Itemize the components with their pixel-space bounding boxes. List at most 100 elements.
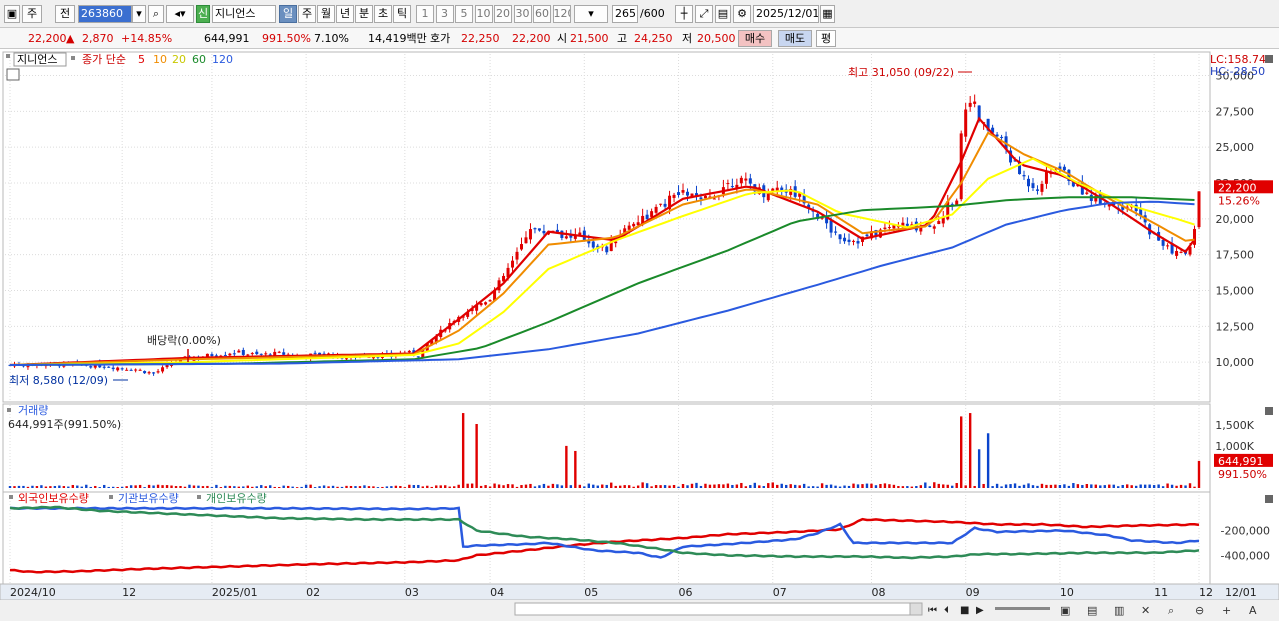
chart-tool-5[interactable]: ⊖ — [1195, 604, 1204, 617]
volume-bar — [780, 483, 783, 488]
volume-bar — [488, 486, 492, 488]
volume-bar — [1188, 483, 1192, 488]
gear-icon[interactable]: ⚙ — [733, 5, 751, 23]
period-tab-6[interactable]: 틱 — [393, 5, 411, 23]
interval-tab-20[interactable]: 20 — [494, 5, 512, 23]
interval-tab-60[interactable]: 60 — [533, 5, 551, 23]
chevron-down-icon[interactable]: ▾ — [132, 5, 146, 23]
candle-body — [228, 353, 232, 356]
volume-bar — [807, 486, 810, 488]
turnover-pct: 7.10% — [314, 32, 349, 45]
candle-body — [1035, 189, 1039, 191]
candle-body — [1161, 239, 1165, 246]
candle-body — [205, 353, 209, 357]
volume-bar — [367, 486, 371, 488]
chart-tool-6[interactable]: + — [1222, 604, 1231, 617]
volume-bar — [605, 484, 608, 488]
volume-bar — [856, 484, 860, 488]
window-layout-icon[interactable]: ▣ — [4, 5, 20, 23]
prev-button[interactable]: 전 — [55, 5, 75, 23]
candle-body — [959, 133, 963, 200]
search-icon[interactable]: ⌕ — [148, 5, 164, 23]
candle-body — [107, 366, 111, 368]
eval-button[interactable]: 평 — [816, 30, 836, 47]
volume-bar — [847, 485, 851, 488]
volume-bar — [372, 486, 375, 488]
volume-bar — [973, 485, 976, 488]
volume-bar — [1049, 484, 1053, 488]
volume-bar — [408, 484, 411, 488]
playback-control-3[interactable]: ▶ — [976, 605, 984, 616]
volume-bar — [71, 484, 75, 488]
grid-toggle-icon — [6, 68, 20, 81]
count-input[interactable]: 265 — [612, 5, 638, 23]
interval-tab-5[interactable]: 5 — [455, 5, 473, 23]
volume-bar — [143, 487, 146, 488]
candle-type-icon[interactable]: ┼ — [675, 5, 693, 23]
volume-ratio: 991.50% — [262, 32, 311, 45]
playback-control-1[interactable]: ⏴ — [944, 605, 949, 616]
volume-bar — [1009, 484, 1012, 488]
playback-control-0[interactable]: ⏮ — [928, 605, 937, 616]
candle-body — [519, 244, 523, 250]
zoom-slider[interactable] — [995, 607, 1050, 610]
volume-bar — [690, 483, 694, 488]
period-tab-2[interactable]: 월 — [317, 5, 335, 23]
buy-button[interactable]: 매수 — [738, 30, 772, 47]
volume-bar — [1040, 483, 1044, 488]
stock-name-field[interactable]: 지니언스 — [212, 5, 276, 23]
interval-tab-30[interactable]: 30 — [513, 5, 532, 23]
period-tab-5[interactable]: 초 — [374, 5, 392, 23]
chart-tool-1[interactable]: ▤ — [1087, 604, 1097, 617]
scroll-right-button[interactable] — [909, 602, 923, 616]
chart-tool-2[interactable]: ▥ — [1114, 604, 1124, 617]
volume-bar — [870, 483, 873, 488]
chart-tool-3[interactable]: ✕ — [1141, 604, 1150, 617]
interval-tab-1[interactable]: 1 — [416, 5, 434, 23]
volume-bar — [1139, 484, 1142, 488]
sell-button[interactable]: 매도 — [778, 30, 812, 47]
interval-tab-120[interactable]: 120 — [552, 5, 571, 23]
candle-body — [152, 372, 156, 374]
volume-bar — [138, 484, 142, 488]
volume-bar — [340, 486, 344, 488]
volume-bar — [426, 485, 429, 488]
playback-control-2[interactable]: ■ — [960, 605, 969, 616]
change-value: 2,870 — [82, 32, 114, 45]
volume-bar — [183, 486, 187, 488]
interval-tab-10[interactable]: 10 — [474, 5, 493, 23]
volume-bar — [1094, 484, 1098, 488]
draw-tool-icon[interactable]: ⤢ — [695, 5, 713, 23]
interval-dropdown[interactable]: ▾ — [574, 5, 608, 23]
x-tick-label: 02 — [306, 586, 320, 599]
volume-bar — [134, 485, 137, 488]
view-selector[interactable]: 주 — [22, 5, 42, 23]
volume-bar — [103, 484, 106, 488]
stock-code-input[interactable]: 263860 — [78, 5, 132, 23]
date-input[interactable]: 2025/12/01 — [753, 5, 819, 23]
price-tick-label: 12,500 — [1216, 320, 1255, 333]
candle-body — [345, 358, 349, 360]
period-tab-0[interactable]: 일 — [279, 5, 297, 23]
calendar-icon[interactable]: ▦ — [820, 5, 835, 23]
bid-label: 호가 — [430, 32, 451, 45]
save-icon[interactable]: ▤ — [715, 5, 731, 23]
open-label: 시 — [557, 32, 568, 45]
chart-tool-0[interactable]: ▣ — [1060, 604, 1070, 617]
volume-bar — [210, 487, 214, 488]
volume-bar — [1130, 485, 1133, 488]
scrollbar-track[interactable] — [514, 602, 911, 616]
x-tick-label: 06 — [679, 586, 693, 599]
volume-bar — [264, 486, 267, 488]
volume-bar — [820, 483, 824, 488]
period-tab-3[interactable]: 년 — [336, 5, 354, 23]
volume-bar — [991, 486, 994, 488]
speaker-icon[interactable]: ◂▾ — [166, 5, 194, 23]
holding-legend-square — [109, 495, 113, 499]
volume-bar — [327, 486, 330, 488]
interval-tab-3[interactable]: 3 — [435, 5, 454, 23]
period-tab-4[interactable]: 분 — [355, 5, 373, 23]
chart-tool-4[interactable]: ⌕ — [1168, 604, 1174, 617]
period-tab-1[interactable]: 주 — [298, 5, 316, 23]
chart-tool-7[interactable]: A — [1249, 604, 1257, 617]
